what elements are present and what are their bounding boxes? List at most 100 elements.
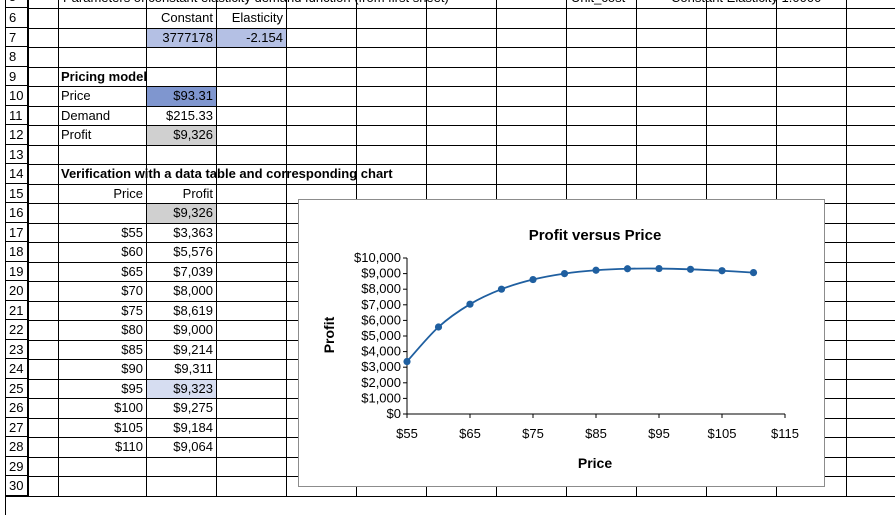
column-gridline: [28, 0, 29, 496]
column-gridline: [216, 0, 217, 496]
row-header[interactable]: 11: [5, 105, 28, 125]
row-header[interactable]: 25: [5, 378, 28, 398]
cell-C10[interactable]: $93.31: [146, 86, 216, 105]
row-header[interactable]: 22: [5, 320, 28, 340]
cell[interactable]: Unit_cost: [568, 0, 628, 4]
cell-D7[interactable]: -2.154: [216, 28, 286, 47]
y-tick-label: $2,000: [361, 375, 401, 390]
x-tick-label: $85: [585, 426, 607, 441]
cell-C24[interactable]: $9,311: [146, 359, 216, 378]
row-gridline: [5, 27, 895, 29]
cell-B18[interactable]: $60: [58, 242, 146, 261]
row-header[interactable]: 21: [5, 300, 28, 320]
row-header[interactable]: 20: [5, 281, 28, 301]
x-tick-label: $95: [648, 426, 670, 441]
row-header[interactable]: 27: [5, 417, 28, 437]
row-header[interactable]: 17: [5, 222, 28, 242]
y-tick-label: $7,000: [361, 297, 401, 312]
cell-B12[interactable]: Profit: [58, 125, 94, 144]
column-gridline: [286, 0, 287, 496]
cell-C11[interactable]: $215.33: [146, 106, 216, 125]
cell-C28[interactable]: $9,064: [146, 437, 216, 456]
cell-B19[interactable]: $65: [58, 262, 146, 281]
x-axis-label: Price: [578, 455, 612, 471]
row-header[interactable]: 30: [5, 476, 28, 496]
cell-C15[interactable]: Profit: [146, 184, 216, 203]
cell-B28[interactable]: $110: [58, 437, 146, 456]
cell-C23[interactable]: $9,214: [146, 340, 216, 359]
row-header[interactable]: 28: [5, 437, 28, 457]
cell-C21[interactable]: $8,619: [146, 301, 216, 320]
row-header[interactable]: 26: [5, 398, 28, 418]
cell-B27[interactable]: $105: [58, 418, 146, 437]
cell-B17[interactable]: $55: [58, 223, 146, 242]
cell-C6[interactable]: Constant: [146, 8, 216, 27]
row-header[interactable]: 19: [5, 261, 28, 281]
cell-C7[interactable]: 3777178: [146, 28, 216, 47]
cell-C12[interactable]: $9,326: [146, 125, 216, 144]
column-gridline: [846, 0, 847, 496]
row-header[interactable]: 12: [5, 125, 28, 145]
spreadsheet: 5 Parameters of constant elasticity deman…: [0, 0, 895, 515]
row-header[interactable]: 6: [5, 8, 28, 28]
cell-B25[interactable]: $95: [58, 379, 146, 398]
profit-chart[interactable]: Profit versus Price Price Profit $0 $1,00…: [298, 199, 825, 487]
row-header[interactable]: 8: [5, 47, 28, 67]
cell-D6[interactable]: Elasticity: [216, 8, 286, 27]
row-header[interactable]: 16: [5, 203, 28, 223]
row-gridline: [5, 495, 895, 497]
row-header[interactable]: 15: [5, 183, 28, 203]
row-header[interactable]: 14: [5, 164, 28, 184]
data-point: [749, 269, 758, 277]
chart-title: Profit versus Price: [529, 227, 662, 244]
data-point: [466, 300, 474, 308]
y-tick-label: $0: [387, 406, 401, 421]
data-point: [592, 266, 600, 274]
y-tick-label: $1,000: [361, 390, 401, 405]
cell-C18[interactable]: $5,576: [146, 242, 216, 261]
row-header[interactable]: 9: [5, 66, 28, 86]
row-header[interactable]: 24: [5, 359, 28, 379]
cell-C25[interactable]: $9,323: [146, 379, 216, 398]
cell-B20[interactable]: $70: [58, 281, 146, 300]
cell-B10[interactable]: Price: [58, 86, 94, 105]
data-point: [560, 270, 569, 278]
data-point: [623, 265, 632, 273]
cell-B26[interactable]: $100: [58, 398, 146, 417]
data-point: [655, 264, 663, 273]
row-header[interactable]: 13: [5, 144, 28, 164]
data-point: [686, 265, 695, 273]
row-header[interactable]: 7: [5, 27, 28, 47]
cell[interactable]: Constant Elasticity 1.0000: [668, 0, 824, 4]
row-gridline: [5, 8, 895, 9]
cell-B11[interactable]: Demand: [58, 106, 113, 125]
data-point: [718, 267, 726, 275]
cell-C19[interactable]: $7,039: [146, 262, 216, 281]
cell-C22[interactable]: $9,000: [146, 320, 216, 339]
y-tick-label: $10,000: [354, 250, 401, 265]
row-gridline: [5, 144, 895, 146]
cell-B23[interactable]: $85: [58, 340, 146, 359]
cell-C20[interactable]: $8,000: [146, 281, 216, 300]
data-point: [434, 323, 443, 331]
cell-C17[interactable]: $3,363: [146, 223, 216, 242]
y-tick-label: $8,000: [361, 281, 401, 296]
cell-B21[interactable]: $75: [58, 301, 146, 320]
row-header[interactable]: 29: [5, 456, 28, 476]
row-header[interactable]: 18: [5, 242, 28, 262]
cell-C26[interactable]: $9,275: [146, 398, 216, 417]
cell-C27[interactable]: $9,184: [146, 418, 216, 437]
row-header[interactable]: 10: [5, 86, 28, 106]
y-axis-label: Profit: [321, 316, 337, 353]
cell-B9[interactable]: Pricing model: [58, 67, 150, 86]
cell[interactable]: Parameters of constant elasticity demand…: [60, 0, 452, 4]
row-header[interactable]: 5: [5, 0, 28, 8]
y-tick-label: $9,000: [361, 266, 401, 281]
cell-B14[interactable]: Verification with a data table and corre…: [58, 164, 396, 183]
cell-B15[interactable]: Price: [58, 184, 146, 203]
cell-B22[interactable]: $80: [58, 320, 146, 339]
cell-C16[interactable]: $9,326: [146, 203, 216, 222]
cell-B24[interactable]: $90: [58, 359, 146, 378]
row-gridline: [5, 47, 895, 48]
row-header[interactable]: 23: [5, 339, 28, 359]
